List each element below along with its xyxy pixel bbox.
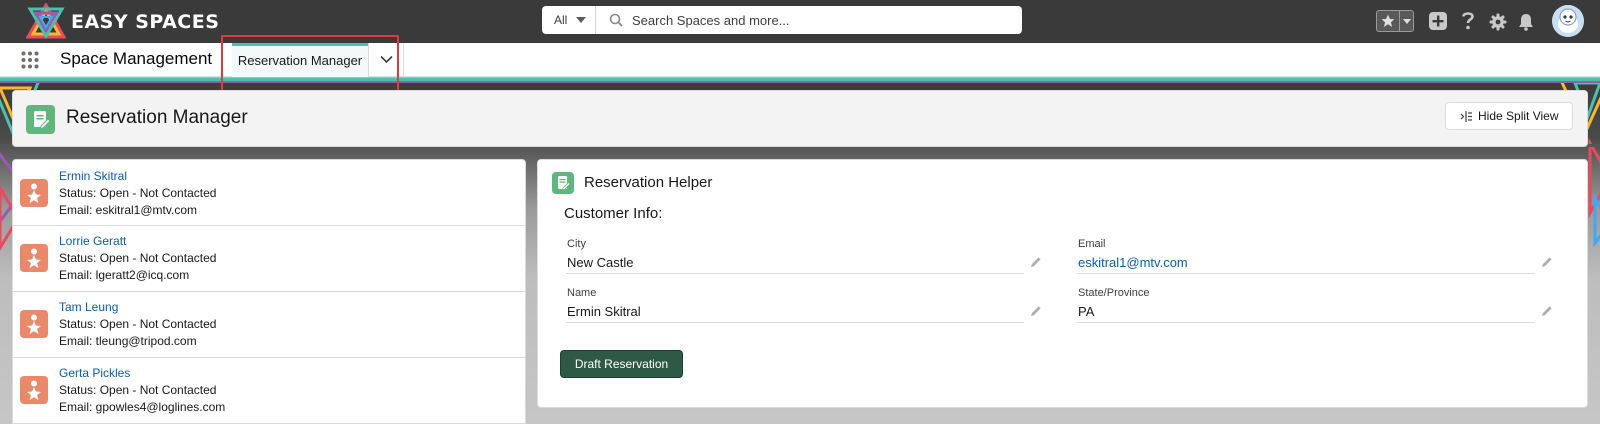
divider	[566, 322, 1024, 323]
person-star-icon	[27, 183, 41, 203]
caret-down-icon	[1403, 19, 1411, 24]
pencil-icon[interactable]	[1541, 256, 1553, 268]
lead-icon	[20, 244, 48, 272]
highlight-annotation-box	[221, 35, 399, 97]
city-value: New Castle	[567, 255, 634, 270]
pencil-icon[interactable]	[1030, 305, 1042, 317]
lead-icon	[20, 376, 48, 404]
list-item[interactable]: Lorrie Geratt Status: Open - Not Contact…	[13, 226, 525, 292]
search-input[interactable]	[632, 9, 1012, 31]
person-star-icon	[27, 248, 41, 268]
reservation-list: Ermin Skitral Status: Open - Not Contact…	[12, 159, 526, 424]
app-name: Space Management	[60, 49, 213, 68]
hide-split-view-button[interactable]: Hide Split View	[1445, 102, 1573, 130]
list-item-name[interactable]: Tam Leung	[59, 300, 118, 314]
list-item[interactable]: Tam Leung Status: Open - Not Contacted E…	[13, 292, 525, 358]
helper-icon	[552, 172, 574, 194]
state-label: State/Province	[1078, 287, 1150, 299]
divider	[1399, 11, 1400, 31]
gear-icon[interactable]	[1489, 11, 1507, 33]
help-icon[interactable]	[1461, 10, 1475, 32]
list-item[interactable]: Gerta Pickles Status: Open - Not Contact…	[13, 358, 525, 423]
favorites-star-icon	[1381, 14, 1395, 27]
page-title: Reservation Manager	[66, 107, 248, 128]
divider	[566, 273, 1024, 274]
divider	[1077, 322, 1535, 323]
helper-title: Reservation Helper	[584, 174, 713, 191]
search-scope-label: All	[554, 13, 568, 27]
brand-name: EASY SPACES	[71, 11, 220, 33]
list-item-status: Status: Open - Not Contacted	[59, 317, 217, 331]
hide-split-view-label: Hide Split View	[1478, 109, 1559, 123]
list-item-status: Status: Open - Not Contacted	[59, 186, 217, 200]
document-edit-icon	[558, 176, 571, 191]
email-link[interactable]: eskitral1@mtv.com	[1078, 255, 1188, 270]
city-label: City	[567, 238, 586, 250]
avatar[interactable]	[1552, 5, 1584, 37]
search-scope-dropdown[interactable]: All	[542, 6, 596, 34]
user-avatar-icon	[1552, 5, 1584, 37]
easy-spaces-logo-icon[interactable]	[26, 3, 66, 39]
list-item-status: Status: Open - Not Contacted	[59, 383, 217, 397]
add-icon[interactable]	[1428, 10, 1448, 32]
favorites-button[interactable]	[1376, 10, 1414, 32]
search-icon	[609, 13, 623, 27]
pencil-icon[interactable]	[1541, 305, 1553, 317]
list-item-email: Email: gpowles4@loglines.com	[59, 400, 226, 414]
page-icon	[26, 105, 55, 134]
list-item-name[interactable]: Ermin Skitral	[59, 169, 127, 183]
name-label: Name	[567, 287, 597, 299]
list-item-status: Status: Open - Not Contacted	[59, 251, 217, 265]
lead-icon	[20, 310, 48, 338]
customer-info-heading: Customer Info:	[564, 205, 663, 222]
app-launcher-icon[interactable]	[21, 51, 39, 69]
list-item[interactable]: Ermin Skitral Status: Open - Not Contact…	[13, 160, 525, 226]
person-star-icon	[27, 314, 41, 334]
person-star-icon	[27, 380, 41, 400]
reservation-helper-card: Reservation Helper Customer Info: City N…	[537, 159, 1588, 408]
bell-icon[interactable]	[1517, 11, 1535, 33]
split-view-icon	[1460, 111, 1472, 122]
divider	[1077, 273, 1535, 274]
list-item-email: Email: eskitral1@mtv.com	[59, 203, 197, 217]
list-item-name[interactable]: Lorrie Geratt	[59, 234, 126, 248]
caret-down-icon	[576, 17, 586, 23]
name-value: Ermin Skitral	[567, 304, 641, 319]
draft-reservation-button[interactable]: Draft Reservation	[560, 350, 683, 378]
page-header: Reservation Manager Hide Split View	[12, 90, 1588, 147]
list-item-email: Email: tleung@tripod.com	[59, 334, 197, 348]
email-label: Email	[1078, 238, 1106, 250]
global-search: All	[542, 6, 1022, 34]
list-item-name[interactable]: Gerta Pickles	[59, 366, 130, 380]
lead-icon	[20, 179, 48, 207]
pencil-icon[interactable]	[1030, 256, 1042, 268]
state-value: PA	[1078, 304, 1095, 319]
document-edit-icon	[34, 111, 51, 130]
list-item-email: Email: lgeratt2@icq.com	[59, 268, 190, 282]
